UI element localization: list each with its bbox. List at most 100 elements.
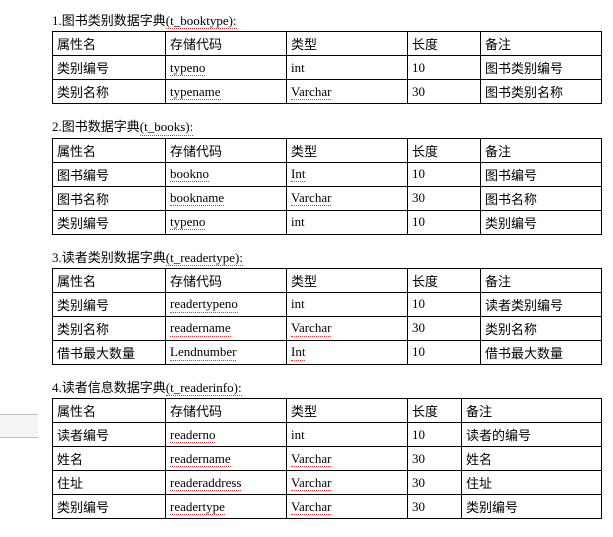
table-row: 类别编号 typeno int 10 类别编号	[53, 210, 602, 234]
cell: 类别编号	[53, 210, 166, 234]
section-spell: (t_books):	[140, 120, 193, 135]
col-type: 类型	[287, 32, 408, 56]
table-header-row: 属性名 存储代码 类型 长度 备注	[53, 32, 602, 56]
cell: 住址	[53, 471, 166, 495]
cell: typename	[166, 80, 287, 104]
cell: 类别编号	[53, 495, 166, 519]
cell: 图书编号	[481, 162, 602, 186]
cell-text: Varchar	[291, 85, 331, 100]
cell: readeraddress	[166, 471, 287, 495]
cell: readername	[166, 316, 287, 340]
table-row: 读者编号 readerno int 10 读者的编号	[53, 423, 602, 447]
col-attr: 属性名	[53, 399, 166, 423]
cell-text: readername	[170, 452, 231, 467]
col-type: 类型	[287, 138, 408, 162]
cell: 类别编号	[53, 56, 166, 80]
cell: 姓名	[53, 447, 166, 471]
section-name: 图书类别数据字典	[62, 13, 166, 28]
cell: Varchar	[287, 471, 408, 495]
cell: 类别编号	[462, 495, 602, 519]
cell-text: Varchar	[291, 476, 331, 491]
cell: 30	[408, 80, 481, 104]
cell: readername	[166, 447, 287, 471]
cell-text: readertype	[170, 500, 225, 515]
cell: typeno	[166, 210, 287, 234]
cell: readertypeno	[166, 292, 287, 316]
table-booktype: 属性名 存储代码 类型 长度 备注 类别编号 typeno int 10 图书类…	[52, 31, 602, 104]
cell: Varchar	[287, 186, 408, 210]
table-row: 图书名称 bookname Varchar 30 图书名称	[53, 186, 602, 210]
cell-text: readertypeno	[170, 297, 238, 312]
section-2-title: 2.图书数据字典(t_books):	[52, 116, 612, 135]
cell-text: bookname	[170, 191, 224, 206]
col-attr: 属性名	[53, 138, 166, 162]
table-row: 类别编号 readertypeno int 10 读者类别编号	[53, 292, 602, 316]
cell: int	[287, 423, 408, 447]
table-row: 住址 readeraddress Varchar 30 住址	[53, 471, 602, 495]
cell: Varchar	[287, 80, 408, 104]
table-header-row: 属性名 存储代码 类型 长度 备注	[53, 399, 602, 423]
col-note: 备注	[462, 399, 602, 423]
col-note: 备注	[481, 32, 602, 56]
cell: 30	[408, 316, 481, 340]
cell-text: Varchar	[291, 321, 331, 336]
section-num: 4.	[52, 380, 62, 396]
cell: 图书名称	[53, 186, 166, 210]
page-ruler-mark	[0, 414, 38, 438]
col-type: 类型	[287, 399, 408, 423]
cell-text: Int	[291, 345, 305, 360]
cell: 借书最大数量	[53, 340, 166, 364]
cell-text: readerno	[170, 428, 215, 443]
col-code: 存储代码	[166, 399, 287, 423]
cell-text: readername	[170, 321, 231, 336]
cell: 10	[408, 423, 462, 447]
section-spell: (t_readertype):	[166, 251, 243, 266]
section-name: 读者类别数据字典	[62, 250, 166, 265]
cell-text: Varchar	[291, 500, 331, 515]
col-len: 长度	[408, 268, 481, 292]
cell: Varchar	[287, 316, 408, 340]
cell: Lendnumber	[166, 340, 287, 364]
section-spell: (t_readerinfo):	[166, 381, 242, 396]
cell: readerno	[166, 423, 287, 447]
cell: 图书类别名称	[481, 80, 602, 104]
cell: 姓名	[462, 447, 602, 471]
cell: 读者类别编号	[481, 292, 602, 316]
table-readerinfo: 属性名 存储代码 类型 长度 备注 读者编号 readerno int 10 读…	[52, 398, 602, 519]
section-num: 3.	[52, 250, 62, 266]
col-attr: 属性名	[53, 32, 166, 56]
table-books: 属性名 存储代码 类型 长度 备注 图书编号 bookno Int 10 图书编…	[52, 138, 602, 235]
table-row: 借书最大数量 Lendnumber Int 10 借书最大数量	[53, 340, 602, 364]
cell: Varchar	[287, 447, 408, 471]
cell: 类别名称	[53, 80, 166, 104]
cell-text: typename	[170, 85, 221, 100]
cell-text: Lendnumber	[170, 345, 236, 360]
cell: 类别名称	[53, 316, 166, 340]
section-spell: (t_booktype):	[166, 14, 237, 29]
cell: bookno	[166, 162, 287, 186]
cell: Int	[287, 340, 408, 364]
section-name: 读者信息数据字典	[62, 380, 166, 395]
cell: 10	[408, 340, 481, 364]
cell: 借书最大数量	[481, 340, 602, 364]
table-readertype: 属性名 存储代码 类型 长度 备注 类别编号 readertypeno int …	[52, 268, 602, 365]
cell: readertype	[166, 495, 287, 519]
col-code: 存储代码	[166, 32, 287, 56]
cell: 30	[408, 495, 462, 519]
cell: 住址	[462, 471, 602, 495]
cell-text: typeno	[170, 215, 205, 230]
cell-text: Varchar	[291, 452, 331, 467]
cell: bookname	[166, 186, 287, 210]
table-row: 类别编号 typeno int 10 图书类别编号	[53, 56, 602, 80]
table-row: 图书编号 bookno Int 10 图书编号	[53, 162, 602, 186]
cell: Int	[287, 162, 408, 186]
table-row: 类别名称 readername Varchar 30 类别名称	[53, 316, 602, 340]
cell: 30	[408, 471, 462, 495]
cell: 类别编号	[481, 210, 602, 234]
cell: int	[287, 210, 408, 234]
col-code: 存储代码	[166, 268, 287, 292]
table-row: 姓名 readername Varchar 30 姓名	[53, 447, 602, 471]
table-row: 类别名称 typename Varchar 30 图书类别名称	[53, 80, 602, 104]
table-row: 类别编号 readertype Varchar 30 类别编号	[53, 495, 602, 519]
cell: 图书名称	[481, 186, 602, 210]
